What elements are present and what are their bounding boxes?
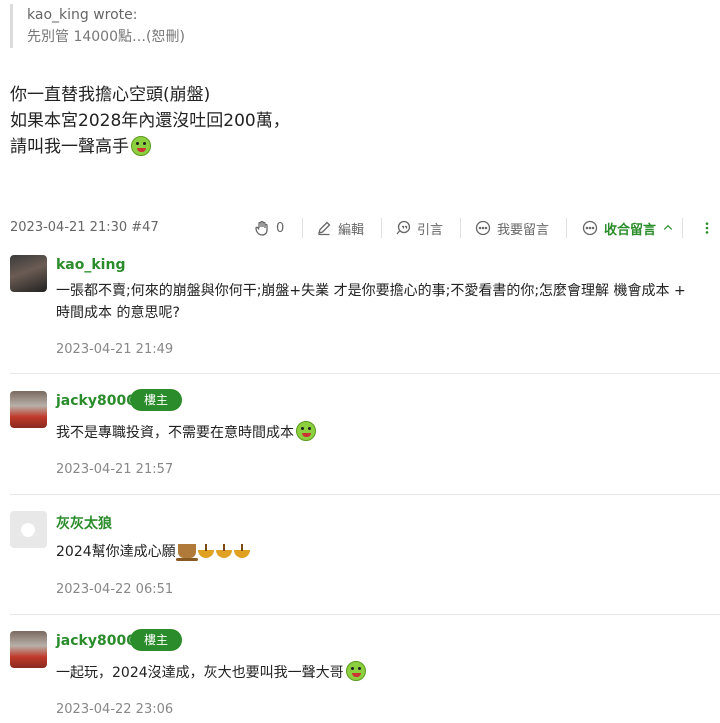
- avatar[interactable]: [10, 391, 47, 428]
- comment-text: 一張都不賣;何來的崩盤與你何干;崩盤+失業 才是你要擔心的事;不愛看書的你;怎麼…: [56, 283, 686, 299]
- divider: [302, 218, 303, 238]
- post-meta: 2023-04-21 21:30 #47: [10, 220, 159, 235]
- reply-label: 我要留言: [497, 222, 550, 238]
- divider: [566, 218, 567, 238]
- comment-item: jacky8000 樓主 我不是專職投資，不需要在意時間成本 2023-04-2…: [10, 389, 720, 511]
- laughing-emoji-icon: [296, 421, 316, 441]
- comment-time: 2023-04-21 21:57: [56, 462, 174, 477]
- quote-icon: [396, 220, 411, 235]
- comment-author[interactable]: 灰灰太狼: [56, 513, 112, 533]
- comment-text: 我不是專職投資，不需要在意時間成本: [56, 421, 316, 444]
- comment-divider: [10, 373, 720, 374]
- like-count: 0: [276, 220, 285, 236]
- chat-bubble-icon: [475, 220, 491, 236]
- like-button[interactable]: 0: [254, 218, 284, 238]
- quote-label: 引言: [417, 222, 444, 238]
- post-line-text: 請叫我一聲高手: [10, 137, 129, 157]
- quote-block: kao_king wrote: 先別管 14000點…(恕刪): [10, 4, 260, 48]
- avatar[interactable]: [10, 255, 47, 292]
- chat-bubble-icon: [582, 220, 598, 236]
- divider: [460, 218, 461, 238]
- quote-author: kao_king wrote:: [27, 7, 138, 23]
- post-line: 請叫我一聲高手: [10, 134, 290, 160]
- avatar[interactable]: [10, 631, 47, 668]
- op-badge: 樓主: [130, 629, 183, 651]
- comment-item: jacky8000 樓主 一起玩，2024沒達成，灰大也要叫我一聲大哥 2023…: [10, 629, 720, 723]
- comment-item: kao_king 一張都不賣;何來的崩盤與你何干;崩盤+失業 才是你要擔心的事;…: [10, 255, 720, 375]
- comment-time: 2023-04-21 21:49: [56, 342, 174, 357]
- comment-divider: [10, 494, 720, 495]
- edit-button[interactable]: 編輯: [316, 218, 364, 238]
- offering-icon: [197, 544, 214, 558]
- laughing-emoji-icon: [131, 136, 151, 156]
- post-action-bar: 2023-04-21 21:30 #47 0 編輯 引言 我要留言 收合留言: [10, 214, 715, 242]
- edit-label: 編輯: [338, 222, 365, 238]
- comment-text: 一起玩，2024沒達成，灰大也要叫我一聲大哥: [56, 661, 366, 684]
- comment-text: 時間成本 的意思呢?: [56, 305, 180, 321]
- comment-time: 2023-04-22 06:51: [56, 582, 174, 597]
- comment-text: 2024幫你達成心願: [56, 541, 250, 563]
- comment-item: 灰灰太狼 2024幫你達成心願 2023-04-22 06:51: [10, 511, 720, 621]
- divider: [682, 218, 683, 238]
- offering-icon: [215, 544, 232, 558]
- more-options-button[interactable]: [700, 218, 714, 238]
- divider: [381, 218, 382, 238]
- avatar[interactable]: [10, 511, 47, 548]
- comment-author[interactable]: jacky8000: [56, 393, 136, 409]
- comment-text-content: 我不是專職投資，不需要在意時間成本: [56, 425, 294, 441]
- hand-icon: [255, 220, 268, 236]
- comment-author[interactable]: kao_king: [56, 257, 125, 273]
- post-line: 如果本宮2028年內還沒吐回200萬，: [10, 111, 290, 131]
- comment-time: 2023-04-22 23:06: [56, 702, 174, 717]
- offering-icon: [233, 544, 250, 558]
- more-vertical-icon: [705, 222, 709, 234]
- comment-text-content: 一起玩，2024沒達成，灰大也要叫我一聲大哥: [56, 665, 344, 681]
- default-avatar-icon: [21, 523, 35, 537]
- pencil-icon: [318, 221, 331, 236]
- quote-text: 先別管 14000點…(恕刪): [27, 29, 185, 45]
- chevron-up-icon: [663, 224, 673, 230]
- post-body: 你一直替我擔心空頭(崩盤) 如果本宮2028年內還沒吐回200萬， 請叫我一聲高…: [10, 82, 290, 160]
- laughing-emoji-icon: [345, 661, 366, 681]
- quote-button[interactable]: 引言: [395, 218, 443, 238]
- comment-divider: [10, 614, 720, 615]
- post-line: 你一直替我擔心空頭(崩盤): [10, 85, 211, 105]
- comment-author[interactable]: jacky8000: [56, 633, 136, 649]
- collapse-label: 收合留言: [604, 222, 657, 238]
- collapse-comments-button[interactable]: 收合留言: [582, 218, 674, 238]
- op-badge: 樓主: [130, 389, 183, 411]
- comment-text-content: 2024幫你達成心願: [56, 544, 176, 560]
- reply-button[interactable]: 我要留言: [475, 218, 549, 238]
- coffee-icon: [175, 544, 198, 561]
